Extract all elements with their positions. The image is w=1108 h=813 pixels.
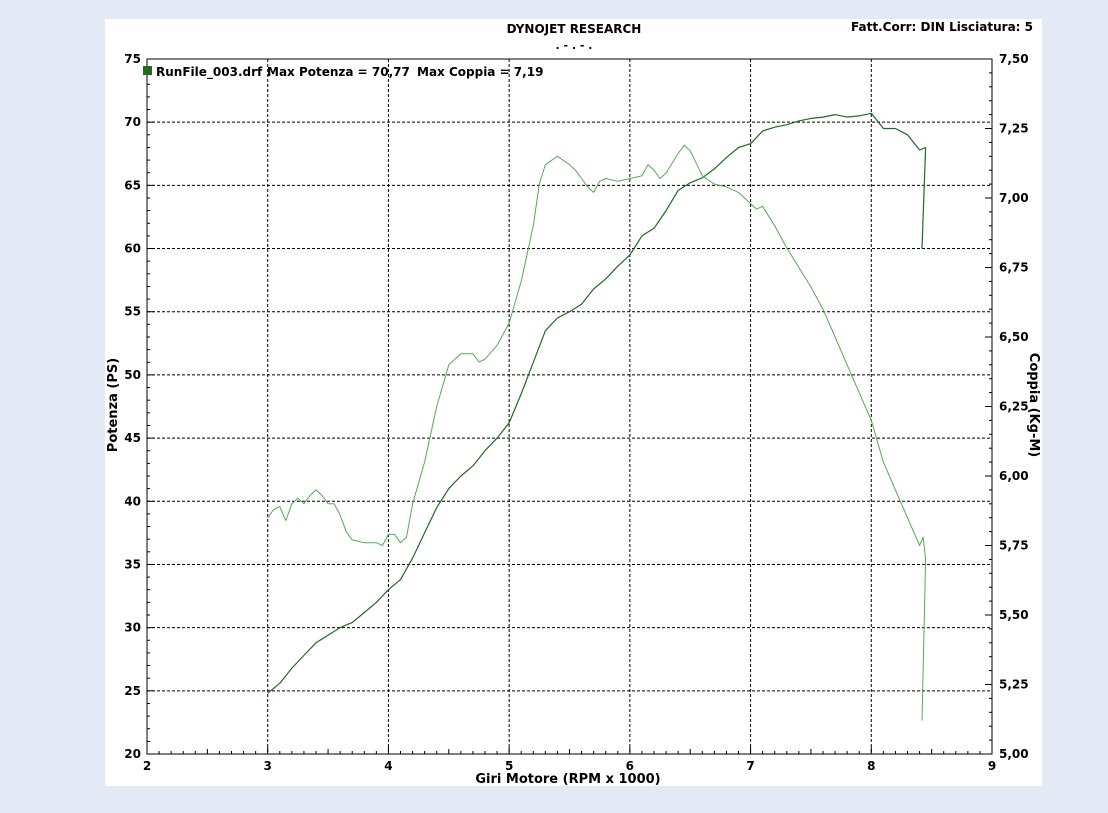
torque-curve — [267, 144, 927, 721]
power-curve — [267, 112, 927, 694]
y-tick-label-right: 5,50 — [999, 608, 1029, 622]
y-tick-label-right: 7,50 — [999, 52, 1029, 66]
y-tick-label-right: 6,00 — [999, 469, 1029, 483]
y-tick-label-right: 5,75 — [999, 539, 1029, 553]
y-tick-label-left: 45 — [124, 431, 141, 445]
y-tick-label-left: 70 — [124, 115, 141, 129]
y-tick-label-right: 7,25 — [999, 122, 1029, 136]
y-tick-label-right: 6,50 — [999, 330, 1029, 344]
x-tick-label: 9 — [988, 759, 996, 773]
y-tick-label-left: 35 — [124, 557, 141, 571]
x-tick-label: 2 — [143, 759, 151, 773]
y-axis-label-right: Coppia (Kg-M) — [1026, 353, 1041, 457]
y-tick-label-left: 55 — [124, 305, 141, 319]
x-tick-label: 7 — [746, 759, 754, 773]
y-tick-label-left: 40 — [124, 494, 141, 508]
y-tick-label-right: 5,25 — [999, 678, 1029, 692]
y-tick-label-left: 65 — [124, 178, 141, 192]
y-tick-label-right: 5,00 — [999, 747, 1029, 761]
y-tick-label-left: 75 — [124, 52, 141, 66]
x-tick-label: 8 — [867, 759, 875, 773]
chart-title: DYNOJET RESEARCH — [507, 22, 642, 36]
x-tick-label: 6 — [626, 759, 634, 773]
legend-swatch — [143, 66, 152, 75]
legend-max-power: Max Potenza = 70,77 — [267, 65, 410, 79]
y-tick-label-left: 50 — [124, 368, 141, 382]
data-series — [267, 112, 927, 721]
y-axis-label-left: Potenza (PS) — [106, 358, 121, 452]
y-tick-label-left: 25 — [124, 684, 141, 698]
correction-info: Fatt.Corr: DIN Lisciatura: 5 — [851, 20, 1033, 34]
legend-max-torque: Max Coppia = 7,19 — [417, 65, 543, 79]
x-tick-label: 5 — [505, 759, 513, 773]
x-tick-label: 3 — [264, 759, 272, 773]
tick-labels: 2 3 4 5 6 7 8 92025303540455055606570755,005,25… — [124, 52, 1028, 773]
legend-file: RunFile_003.drf — [156, 65, 263, 80]
y-tick-label-right: 7,00 — [999, 191, 1029, 205]
chart-subtitle: . - . - . — [556, 39, 593, 52]
y-tick-label-right: 6,25 — [999, 400, 1029, 414]
y-tick-label-left: 30 — [124, 621, 141, 635]
chart-panel: DYNOJET RESEARCH . - . - . Fatt.Corr: DI… — [105, 19, 1042, 786]
y-tick-label-left: 20 — [124, 747, 141, 761]
dyno-chart: DYNOJET RESEARCH . - . - . Fatt.Corr: DI… — [106, 20, 1041, 786]
x-axis-label: Giri Motore (RPM x 1000) — [475, 772, 660, 786]
y-tick-label-right: 6,75 — [999, 261, 1029, 275]
x-tick-label: 4 — [384, 759, 392, 773]
y-tick-label-left: 60 — [124, 242, 141, 256]
